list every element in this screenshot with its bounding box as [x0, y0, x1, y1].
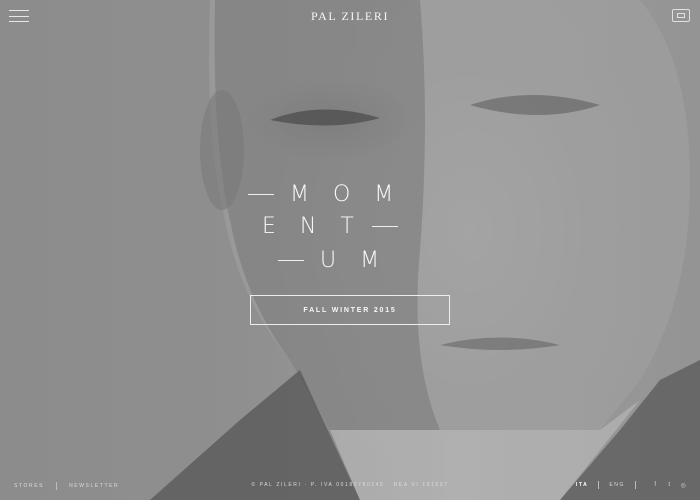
brand-logo[interactable]: PAL ZILERI — [0, 9, 700, 24]
language-eng[interactable]: ENG — [609, 482, 625, 488]
hero-title-line-3: UM — [278, 248, 403, 273]
hero-title-line-2: ENT — [262, 214, 398, 239]
facebook-icon[interactable]: f — [652, 482, 660, 488]
hero-title-line-1: MOM — [248, 182, 417, 207]
twitter-icon[interactable]: t — [666, 482, 674, 488]
footer-right: ITA ENG f t ◎ — [576, 481, 688, 489]
title-rule — [371, 226, 398, 227]
fall-winter-2015-button[interactable]: FALL WINTER 2015 — [250, 295, 450, 325]
instagram-icon[interactable]: ◎ — [680, 482, 688, 489]
footer: STORES NEWSLETTER © PAL ZILERI · P. IVA … — [0, 472, 700, 500]
title-rule — [248, 194, 274, 195]
language-ita[interactable]: ITA — [576, 482, 588, 488]
title-rule — [278, 260, 304, 261]
shopping-bag-icon[interactable] — [672, 9, 690, 22]
